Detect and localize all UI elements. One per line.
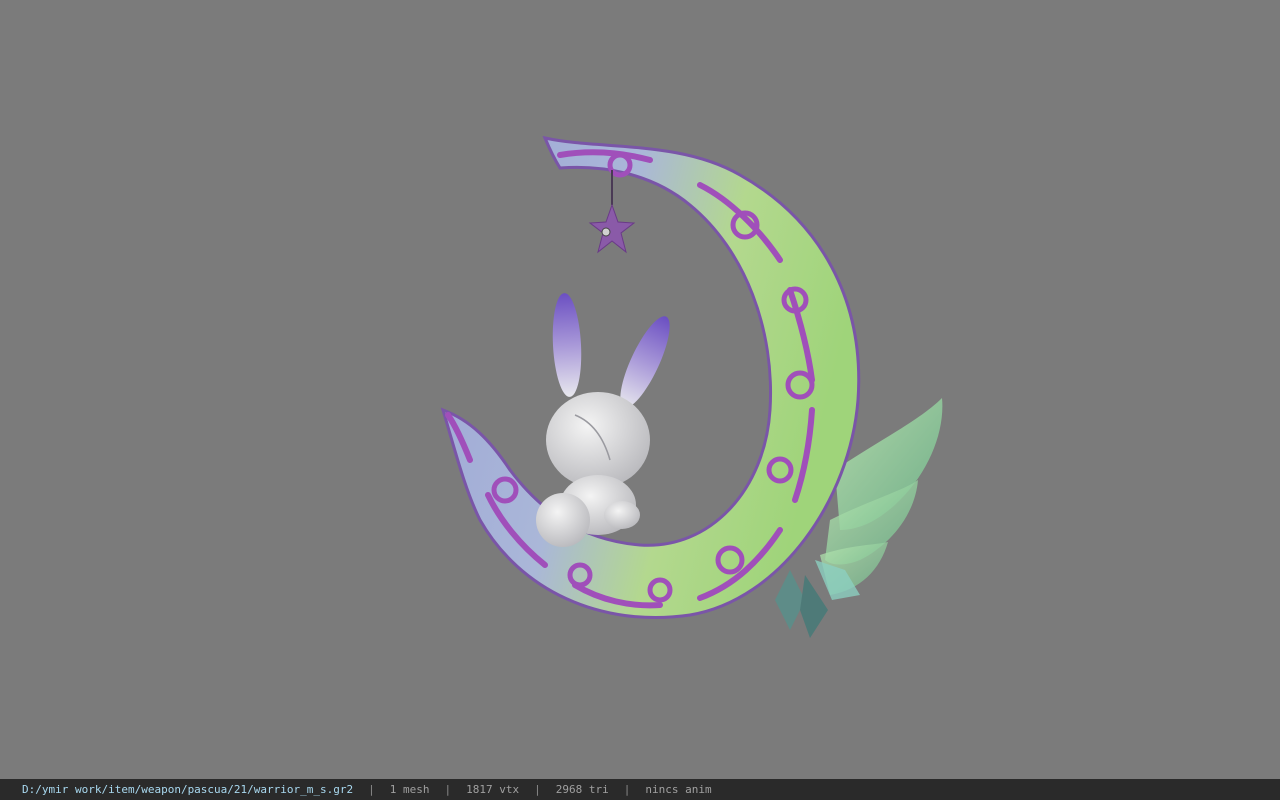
separator: | [534,783,541,796]
hanging-star [588,170,636,254]
animation-status: nincs anim [645,783,712,796]
model-render [440,135,943,638]
triangle-count: 2968 tri [555,783,609,796]
separator: | [623,783,631,796]
mesh-count: 1 mesh [389,783,430,796]
separator: | [444,783,452,796]
status-bar: D:/ymir work/item/weapon/pascua/21/warri… [0,779,1280,800]
bunny-figure [536,293,670,547]
vertex-count: 1817 vtx [466,783,520,796]
file-path: D:/ymir work/item/weapon/pascua/21/warri… [22,783,354,796]
3d-viewport[interactable] [0,0,1280,779]
separator: | [368,783,375,796]
